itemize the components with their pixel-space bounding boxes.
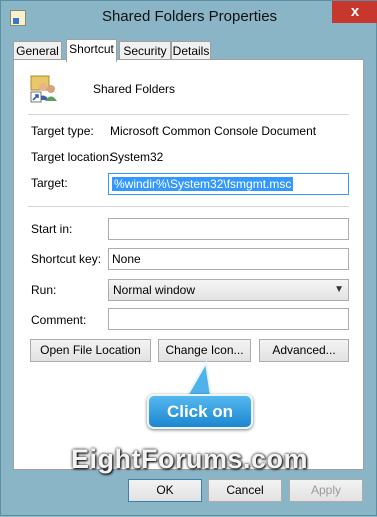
watermark: EightForums.com (70, 444, 308, 474)
divider (28, 206, 349, 207)
click-on-callout: Click on (147, 394, 253, 429)
comment-field[interactable] (108, 308, 349, 330)
window-title: Shared Folders Properties (101, 8, 278, 25)
start-in-label: Start in: (31, 222, 73, 236)
shortcut-name: Shared Folders (93, 82, 176, 96)
properties-dialog: Shared Folders Properties x General Shor… (0, 0, 377, 516)
advanced-button[interactable]: Advanced... (259, 339, 349, 362)
shortcut-key-label: Shortcut key: (31, 252, 102, 266)
target-value: %windir%\System32\fsmgmt.msc (112, 177, 294, 191)
tab-security[interactable]: Security (119, 41, 171, 60)
target-location-value: System32 (110, 150, 164, 164)
tab-details[interactable]: Details (171, 41, 211, 60)
target-label: Target: (31, 176, 68, 190)
close-button[interactable]: x (332, 1, 377, 23)
run-select-value: Normal window (113, 283, 196, 297)
shared-folders-users-icon (30, 75, 57, 103)
tab-shortcut[interactable]: Shortcut (66, 39, 117, 62)
target-type-value: Microsoft Common Console Document (110, 124, 317, 138)
cancel-button[interactable]: Cancel (208, 479, 282, 502)
open-file-location-button[interactable]: Open File Location (30, 339, 151, 362)
ok-button[interactable]: OK (128, 479, 202, 502)
change-icon-button[interactable]: Change Icon... (158, 339, 251, 362)
divider (28, 114, 349, 115)
tab-general[interactable]: General (13, 41, 62, 60)
title-bar[interactable]: Shared Folders Properties x (1, 1, 377, 35)
run-select[interactable]: Normal window ▼ (108, 279, 349, 301)
apply-button[interactable]: Apply (289, 479, 363, 502)
start-in-field[interactable] (108, 218, 349, 240)
comment-label: Comment: (31, 313, 87, 327)
shortcut-key-field[interactable]: None (108, 248, 349, 270)
target-field[interactable]: %windir%\System32\fsmgmt.msc (108, 173, 349, 195)
target-location-label: Target location: (31, 150, 113, 164)
run-label: Run: (31, 283, 57, 297)
target-type-label: Target type: (31, 124, 94, 138)
chevron-down-icon: ▼ (334, 284, 344, 295)
